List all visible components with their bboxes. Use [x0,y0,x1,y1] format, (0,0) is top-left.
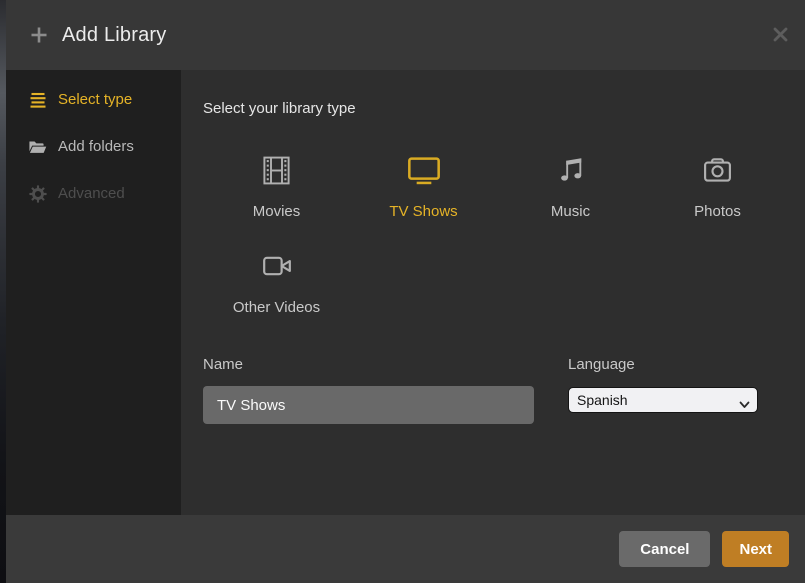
sidebar-item-label: Select type [58,91,133,108]
folder-open-icon [28,137,47,156]
type-label: Music [550,203,591,220]
select-type-panel: Select your library type Movies TV Shows… [181,70,805,515]
sidebar-item-select-type[interactable]: Select type [6,76,181,123]
library-name-input[interactable] [203,386,534,424]
type-option-music[interactable]: Music [497,152,644,220]
type-option-tv-shows[interactable]: TV Shows [350,152,497,220]
type-option-movies[interactable]: Movies [203,152,350,220]
film-strip-icon [260,152,293,188]
type-option-photos[interactable]: Photos [644,152,791,220]
cancel-button[interactable]: Cancel [619,531,711,567]
language-field-label: Language [568,356,635,373]
music-notes-icon [556,152,586,188]
language-field-group: Language Spanish [568,356,758,413]
name-field-group: Name [203,356,534,424]
video-camera-icon [260,248,294,284]
type-label: TV Shows [389,203,458,220]
type-label: Photos [694,203,741,220]
modal-footer: Cancel Next [6,515,805,583]
sidebar-item-label: Advanced [58,185,125,202]
modal-header: Add Library [6,0,805,70]
list-lines-icon [28,90,47,109]
panel-heading: Select your library type [203,100,356,117]
sidebar-item-add-folders[interactable]: Add folders [6,123,181,170]
sidebar-item-label: Add folders [58,138,134,155]
wizard-steps-sidebar: Select type Add folders Advanced [6,70,181,515]
language-select[interactable]: Spanish [568,387,758,413]
modal-body: Select type Add folders Advanced Select … [6,70,805,515]
library-type-grid: Movies TV Shows Music Photos Other Video… [203,152,791,316]
plus-icon [28,24,50,46]
type-option-other-videos[interactable]: Other Videos [203,248,350,316]
add-library-modal: Add Library Select type Add folders Adva… [6,0,805,583]
sidebar-item-advanced: Advanced [6,170,181,217]
modal-title: Add Library [62,23,167,46]
close-icon[interactable] [769,23,791,45]
tv-icon [405,152,443,188]
type-label: Movies [252,203,301,220]
type-label: Other Videos [232,299,321,316]
gear-icon [28,184,47,203]
camera-icon [701,152,734,188]
next-button[interactable]: Next [722,531,789,567]
library-settings-fields: Name Language Spanish [203,356,791,436]
name-field-label: Name [203,356,244,373]
